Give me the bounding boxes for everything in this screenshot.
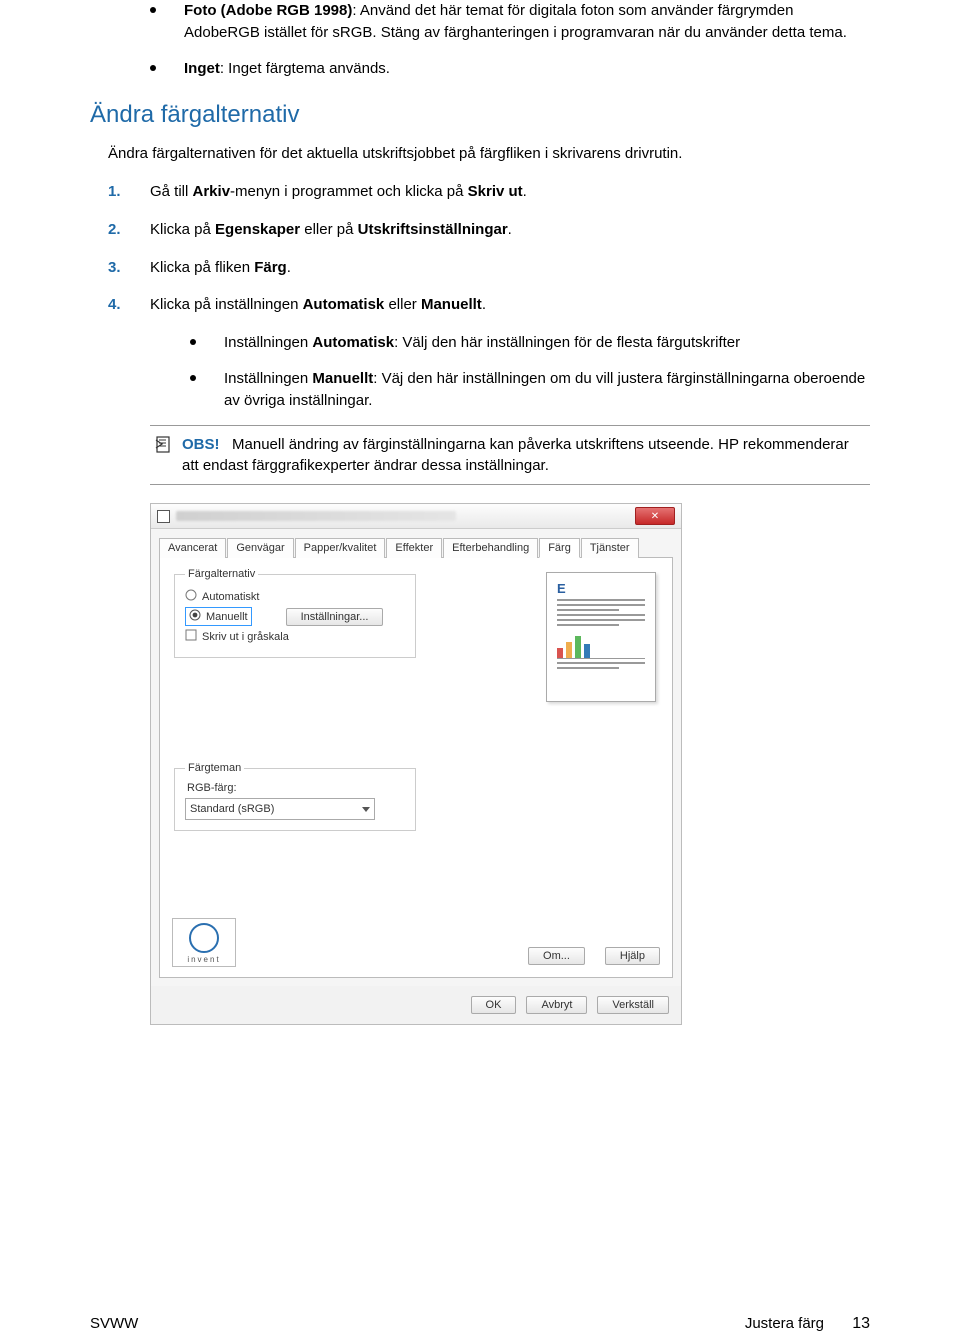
footer-right: Justera färg	[745, 1315, 824, 1332]
bullet-icon	[150, 65, 156, 71]
group-title: Färgteman	[185, 762, 244, 774]
note-box: OBS! Manuell ändring av färginställninga…	[150, 425, 870, 485]
checkbox-icon	[185, 629, 197, 644]
step-number: 1.	[108, 181, 150, 203]
bullet-inget: Inget: Inget färgtema används.	[150, 58, 870, 80]
bullet-icon	[190, 375, 196, 381]
preview-pane: E	[546, 572, 656, 702]
ok-button[interactable]: OK	[471, 996, 517, 1014]
settings-button[interactable]: Inställningar...	[286, 608, 384, 626]
dialog-screenshot: ✕ Avancerat Genvägar Papper/kvalitet Eff…	[150, 503, 870, 1025]
intro-paragraph: Ändra färgalternativen för det aktuella …	[90, 143, 870, 165]
bullet-bold: Inget	[184, 60, 220, 77]
bullet-icon	[150, 7, 156, 13]
hp-logo-text: invent	[179, 955, 229, 964]
help-button[interactable]: Hjälp	[605, 947, 660, 965]
step-4: 4. Klicka på inställningen Automatisk el…	[90, 294, 870, 316]
checkbox-grayscale-row[interactable]: Skriv ut i gråskala	[185, 629, 405, 644]
radio-manual-label: Manuellt	[206, 611, 248, 623]
section-heading: Ändra färgalternativ	[90, 101, 870, 129]
printer-icon	[157, 510, 170, 523]
tab-effects[interactable]: Effekter	[386, 538, 442, 558]
apply-button[interactable]: Verkställ	[597, 996, 669, 1014]
tab-paper-quality[interactable]: Papper/kvalitet	[295, 538, 386, 558]
bullet-bold: Foto (Adobe RGB 1998)	[184, 2, 352, 19]
radio-manual-row[interactable]: Manuellt	[185, 607, 252, 626]
page-footer: SVWW Justera färg 13	[0, 1315, 960, 1333]
tab-strip: Avancerat Genvägar Papper/kvalitet Effek…	[159, 537, 673, 558]
preview-chart	[557, 632, 645, 659]
bullet-foto-adobe: Foto (Adobe RGB 1998): Använd det här te…	[150, 0, 870, 44]
note-text: Manuell ändring av färginställningarna k…	[182, 436, 849, 474]
hp-logo: invent	[172, 918, 236, 967]
tab-shortcuts[interactable]: Genvägar	[227, 538, 293, 558]
rgb-label: RGB-färg:	[187, 782, 405, 794]
note-label: OBS!	[182, 436, 220, 453]
group-color-themes: Färgteman RGB-färg: Standard (sRGB)	[174, 762, 416, 831]
bullet-text: : Inget färgtema används.	[220, 60, 390, 77]
step-number: 3.	[108, 257, 150, 279]
group-color-options: Färgalternativ Automatiskt Manuellt Inst	[174, 568, 416, 658]
note-icon	[154, 434, 182, 476]
radio-automatic-label: Automatiskt	[202, 591, 259, 603]
step-1: 1. Gå till Arkiv-menyn i programmet och …	[90, 181, 870, 203]
preview-letter: E	[557, 581, 645, 596]
step-2: 2. Klicka på Egenskaper eller på Utskrif…	[90, 219, 870, 241]
dialog-footer: OK Avbryt Verkställ	[151, 986, 681, 1024]
tab-services[interactable]: Tjänster	[581, 538, 639, 558]
cancel-button[interactable]: Avbryt	[526, 996, 587, 1014]
radio-icon	[189, 609, 201, 624]
radio-icon	[185, 589, 197, 604]
checkbox-grayscale-label: Skriv ut i gråskala	[202, 631, 289, 643]
bullet-icon	[190, 339, 196, 345]
about-button[interactable]: Om...	[528, 947, 585, 965]
radio-automatic-row[interactable]: Automatiskt	[185, 589, 405, 604]
tab-advanced[interactable]: Avancerat	[159, 538, 226, 558]
hp-logo-icon	[189, 923, 219, 953]
step-3: 3. Klicka på fliken Färg.	[90, 257, 870, 279]
step-number: 2.	[108, 219, 150, 241]
rgb-select[interactable]: Standard (sRGB)	[185, 798, 375, 820]
page-number: 13	[852, 1315, 870, 1332]
close-button[interactable]: ✕	[635, 507, 675, 525]
chevron-down-icon	[362, 807, 370, 812]
rgb-select-value: Standard (sRGB)	[190, 803, 274, 815]
sub-bullet-manual: Inställningen Manuellt: Väj den här inst…	[190, 368, 870, 412]
sub-bullet-auto: Inställningen Automatisk: Välj den här i…	[190, 332, 870, 354]
tab-finishing[interactable]: Efterbehandling	[443, 538, 538, 558]
dialog-title-text	[176, 511, 456, 521]
step-number: 4.	[108, 294, 150, 316]
tab-color[interactable]: Färg	[539, 538, 580, 558]
group-title: Färgalternativ	[185, 568, 258, 580]
dialog-titlebar: ✕	[151, 504, 681, 529]
footer-left: SVWW	[90, 1315, 138, 1332]
